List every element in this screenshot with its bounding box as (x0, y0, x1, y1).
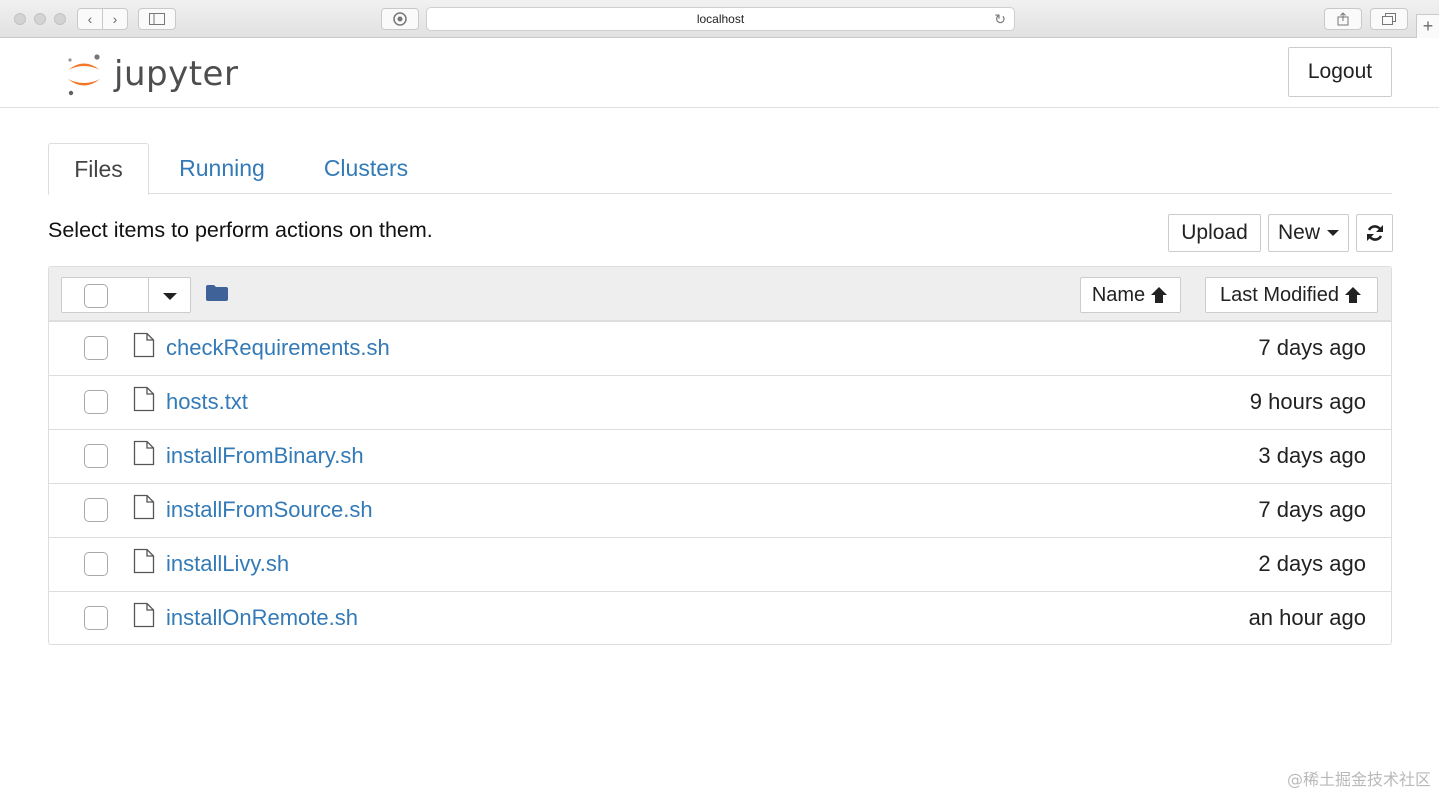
selection-hint: Select items to perform actions on them. (48, 218, 433, 242)
file-name-link[interactable]: installFromBinary.sh (166, 443, 364, 469)
jupyter-header: jupyter Logout (0, 38, 1439, 108)
upload-button[interactable]: Upload (1168, 214, 1261, 252)
close-window-icon[interactable] (14, 13, 26, 25)
file-name-link[interactable]: installLivy.sh (166, 551, 289, 577)
chevron-right-icon: › (112, 11, 118, 27)
caret-down-icon (1327, 230, 1339, 236)
watermark: @稀土掘金技术社区 (1286, 770, 1431, 789)
file-modified-time: 7 days ago (1258, 497, 1366, 522)
file-icon (133, 440, 155, 466)
new-tab-button[interactable]: + (1416, 14, 1439, 38)
refresh-icon (1366, 225, 1383, 241)
file-icon (133, 386, 155, 412)
refresh-button[interactable] (1356, 214, 1393, 252)
jupyter-logo-icon (68, 54, 100, 96)
forward-button[interactable]: › (102, 8, 128, 30)
file-modified-time: 2 days ago (1258, 551, 1366, 576)
file-row[interactable]: installOnRemote.sh an hour ago (49, 591, 1391, 644)
file-modified-time: 7 days ago (1258, 335, 1366, 360)
file-name-link[interactable]: installOnRemote.sh (166, 605, 358, 631)
back-button[interactable]: ‹ (77, 8, 103, 30)
privacy-report-button[interactable] (381, 8, 419, 30)
tabs-overview-button[interactable] (1370, 8, 1408, 30)
folder-icon[interactable] (205, 283, 229, 303)
file-row[interactable]: installLivy.sh 2 days ago (49, 537, 1391, 591)
plus-icon: + (1422, 16, 1434, 36)
url-text: localhost (696, 12, 745, 26)
file-checkbox[interactable] (84, 390, 108, 414)
tabs-icon (1382, 13, 1396, 25)
file-modified-time: an hour ago (1248, 605, 1366, 630)
jupyter-logo[interactable]: jupyter (64, 50, 238, 98)
file-checkbox[interactable] (84, 498, 108, 522)
main-tabs: Files Running Clusters (48, 143, 1392, 195)
file-modified-time: 3 days ago (1258, 443, 1366, 468)
address-bar[interactable]: localhost ↻ (426, 7, 1015, 31)
reload-icon[interactable]: ↻ (994, 11, 1006, 28)
share-icon (1337, 12, 1349, 26)
file-name-link[interactable]: hosts.txt (166, 389, 248, 415)
file-checkbox[interactable] (84, 336, 108, 360)
file-checkbox[interactable] (84, 552, 108, 576)
file-list-header: Name Last Modified (49, 267, 1391, 321)
file-row[interactable]: hosts.txt 9 hours ago (49, 375, 1391, 429)
browser-toolbar: ‹ › localhost ↻ + (0, 0, 1439, 38)
file-modified-time: 9 hours ago (1249, 389, 1366, 414)
logout-button[interactable]: Logout (1288, 47, 1392, 97)
new-label: New (1277, 221, 1320, 244)
file-row[interactable]: checkRequirements.sh 7 days ago (49, 321, 1391, 375)
sort-by-modified-button[interactable]: Last Modified (1205, 277, 1378, 313)
select-all-checkbox[interactable] (84, 284, 108, 308)
select-divider (148, 278, 149, 312)
file-icon (133, 548, 155, 574)
share-button[interactable] (1324, 8, 1362, 30)
chevron-left-icon: ‹ (87, 11, 93, 27)
file-name-link[interactable]: checkRequirements.sh (166, 335, 390, 361)
file-icon (133, 494, 155, 520)
arrow-up-icon (1151, 287, 1168, 303)
name-sort-label: Name (1091, 283, 1146, 306)
sort-by-name-button[interactable]: Name (1080, 277, 1181, 313)
file-name-link[interactable]: installFromSource.sh (166, 497, 373, 523)
file-row[interactable]: installFromBinary.sh 3 days ago (49, 429, 1391, 483)
minimize-window-icon[interactable] (34, 13, 46, 25)
zoom-window-icon[interactable] (54, 13, 66, 25)
logo-text: jupyter (114, 54, 239, 94)
shield-icon (393, 12, 407, 26)
select-all-dropdown (61, 277, 191, 313)
new-dropdown-button[interactable]: New (1268, 214, 1349, 252)
tab-files[interactable]: Files (48, 143, 149, 195)
tab-clusters[interactable]: Clusters (306, 143, 426, 194)
sidebar-icon (149, 13, 165, 25)
file-list: Name Last Modified checkRequirements.sh … (48, 266, 1392, 645)
file-icon (133, 332, 155, 358)
file-row[interactable]: installFromSource.sh 7 days ago (49, 483, 1391, 537)
tab-running[interactable]: Running (165, 143, 279, 194)
modified-sort-label: Last Modified (1220, 283, 1339, 306)
sidebar-toggle-button[interactable] (138, 8, 176, 30)
file-checkbox[interactable] (84, 606, 108, 630)
arrow-up-icon (1344, 287, 1361, 303)
file-checkbox[interactable] (84, 444, 108, 468)
select-menu-caret-icon[interactable] (163, 293, 177, 300)
file-icon (133, 602, 155, 628)
